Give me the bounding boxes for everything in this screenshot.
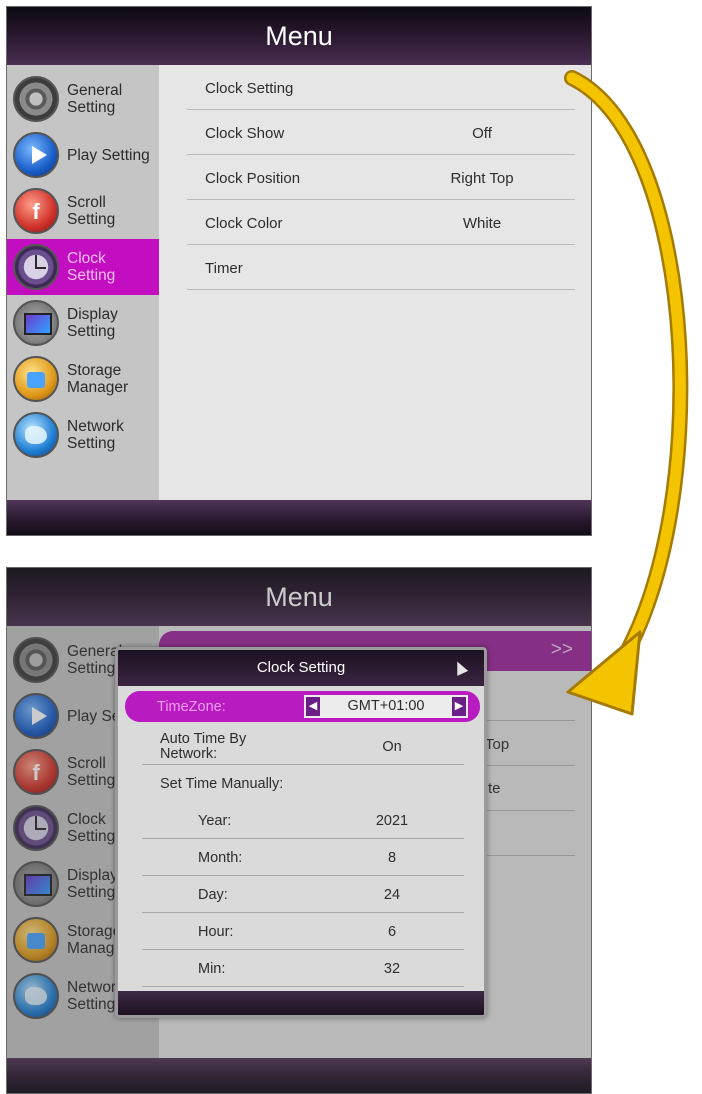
menu-footer-bar <box>7 500 591 535</box>
menu-row-timer[interactable]: Timer <box>187 245 575 290</box>
row-label: Clock Position <box>205 170 301 187</box>
menu-row-clock-color[interactable]: Clock Color White <box>187 200 575 245</box>
row-label: Year: <box>198 813 232 829</box>
row-label: Min: <box>198 961 226 977</box>
row-label: Timer <box>205 260 243 277</box>
day-row[interactable]: Day: 24 <box>142 876 464 913</box>
network-icon <box>13 412 59 458</box>
row-value: Right Top <box>450 170 514 187</box>
dialog-title: Clock Setting <box>118 650 484 686</box>
sidebar-item-storage-manager[interactable]: Storage Manager <box>7 351 159 407</box>
display-icon <box>13 300 59 346</box>
clock-icon <box>13 244 59 290</box>
triangle-left-icon[interactable]: ◀ <box>306 697 320 716</box>
scroll-icon <box>13 188 59 234</box>
row-value: 24 <box>383 887 401 903</box>
row-label: Auto Time By Network: <box>160 731 247 762</box>
menu-window-top: Menu General Setting Play Setting Scroll… <box>6 6 592 536</box>
sidebar-item-network-setting[interactable]: Network Setting <box>7 407 159 463</box>
timezone-selector[interactable]: ◀ GMT+01:00 ▶ <box>304 695 468 718</box>
menu-row-clock-show[interactable]: Clock Show Off <box>187 110 575 155</box>
set-time-manually-row: Set Time Manually: <box>142 765 464 802</box>
timezone-label: TimeZone: <box>157 699 226 715</box>
month-row[interactable]: Month: 8 <box>142 839 464 876</box>
sidebar-item-clock-setting[interactable]: Clock Setting <box>7 239 159 295</box>
sidebar: General Setting Play Setting Scroll Sett… <box>7 65 159 500</box>
sidebar-item-label: Display Setting <box>67 306 118 340</box>
sidebar-item-play-setting[interactable]: Play Setting <box>7 127 159 183</box>
row-value: 8 <box>387 850 397 866</box>
menu-row-clock-setting[interactable]: Clock Setting <box>187 65 575 110</box>
auto-time-row[interactable]: Auto Time By Network: On <box>142 728 464 765</box>
sidebar-item-general-setting[interactable]: General Setting <box>7 71 159 127</box>
row-label: Clock Show <box>205 125 285 142</box>
row-value: Off <box>472 125 492 142</box>
sidebar-item-label: General Setting <box>67 82 123 116</box>
row-value: 32 <box>383 961 401 977</box>
gear-icon <box>13 76 59 122</box>
year-row[interactable]: Year: 2021 <box>142 802 464 839</box>
row-value: 2021 <box>375 813 409 829</box>
clock-settings-list: Clock Setting Clock Show Off Clock Posit… <box>159 65 591 500</box>
timezone-value: GMT+01:00 <box>347 698 425 714</box>
row-value: On <box>382 739 402 755</box>
sidebar-item-label: Storage Manager <box>67 362 129 396</box>
row-label: Month: <box>198 850 243 866</box>
storage-icon <box>13 356 59 402</box>
triangle-right-icon[interactable]: ▶ <box>452 697 466 716</box>
row-label: Clock Color <box>205 215 283 232</box>
clock-setting-dialog: Clock Setting TimeZone: ◀ GMT+01:00 ▶ Au… <box>115 647 487 1018</box>
sidebar-item-label: Scroll Setting <box>67 194 116 228</box>
row-label: Set Time Manually: <box>160 776 284 792</box>
hour-row[interactable]: Hour: 6 <box>142 913 464 950</box>
sidebar-item-label: Clock Setting <box>67 250 116 284</box>
menu-row-clock-position[interactable]: Clock Position Right Top <box>187 155 575 200</box>
timezone-row[interactable]: TimeZone: ◀ GMT+01:00 ▶ <box>125 691 480 722</box>
sidebar-item-label: Network Setting <box>67 418 124 452</box>
row-label: Hour: <box>198 924 234 940</box>
play-icon <box>13 132 59 178</box>
sidebar-item-label: Play Setting <box>67 146 150 164</box>
dialog-footer-bar <box>118 991 484 1015</box>
sidebar-item-display-setting[interactable]: Display Setting <box>7 295 159 351</box>
sidebar-item-scroll-setting[interactable]: Scroll Setting <box>7 183 159 239</box>
row-label: Day: <box>198 887 228 903</box>
row-value: White <box>462 215 502 232</box>
menu-title: Menu <box>7 7 591 65</box>
row-label: Clock Setting <box>205 80 294 97</box>
min-row[interactable]: Min: 32 <box>142 950 464 987</box>
row-value: 6 <box>387 924 397 940</box>
